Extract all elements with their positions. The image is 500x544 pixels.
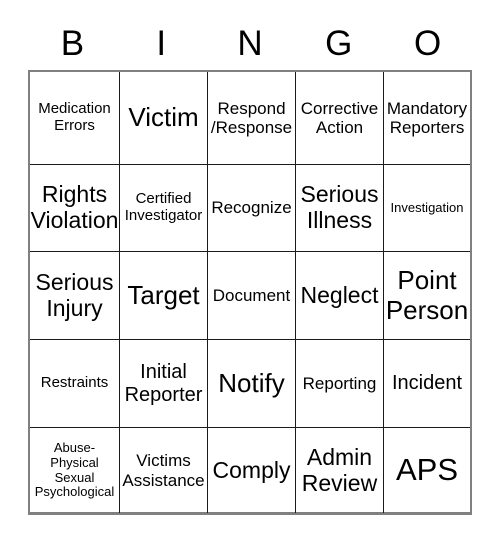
bingo-cell[interactable]: Corrective Action: [296, 72, 384, 165]
bingo-cell[interactable]: Notify: [208, 340, 296, 428]
bingo-cell[interactable]: APS: [384, 428, 470, 513]
bingo-header-letter-2: N: [237, 23, 263, 63]
bingo-cell[interactable]: Investigation: [384, 165, 470, 252]
bingo-cell[interactable]: Medication Errors: [30, 72, 120, 165]
bingo-header-letter-3: G: [325, 23, 353, 63]
bingo-cell[interactable]: Abuse- Physical Sexual Psychological: [30, 428, 120, 513]
bingo-header-letter-1: I: [156, 23, 167, 63]
bingo-cell[interactable]: Victim: [120, 72, 208, 165]
bingo-cell[interactable]: Respond /Response: [208, 72, 296, 165]
bingo-cell[interactable]: Restraints: [30, 340, 120, 428]
bingo-cell[interactable]: Neglect: [296, 252, 384, 340]
bingo-cell[interactable]: Serious Illness: [296, 165, 384, 252]
bingo-cell[interactable]: Comply: [208, 428, 296, 513]
bingo-cell[interactable]: Reporting: [296, 340, 384, 428]
bingo-cell[interactable]: Serious Injury: [30, 252, 120, 340]
bingo-grid: Medication Errors Victim Respond /Response…: [28, 70, 472, 515]
bingo-cell[interactable]: Point Person: [384, 252, 470, 340]
bingo-cell[interactable]: Mandatory Reporters: [384, 72, 470, 165]
bingo-header-letter-4: O: [413, 23, 442, 63]
bingo-cell[interactable]: Recognize: [208, 165, 296, 252]
bingo-cell[interactable]: Target: [120, 252, 208, 340]
bingo-card: B I N G O Medication Errors Victim Respond /Re…: [0, 0, 500, 544]
bingo-cell[interactable]: Document: [208, 252, 296, 340]
bingo-cell[interactable]: Admin Review: [296, 428, 384, 513]
bingo-header-row: BINGO: [28, 18, 472, 68]
bingo-cell[interactable]: Initial Reporter: [120, 340, 208, 428]
bingo-cell[interactable]: Victims Assistance: [120, 428, 208, 513]
bingo-header-letter-0: B: [60, 23, 85, 63]
bingo-cell[interactable]: Rights Violation: [30, 165, 120, 252]
bingo-cell[interactable]: Certified Investigator: [120, 165, 208, 252]
bingo-cell[interactable]: Incident: [384, 340, 470, 428]
